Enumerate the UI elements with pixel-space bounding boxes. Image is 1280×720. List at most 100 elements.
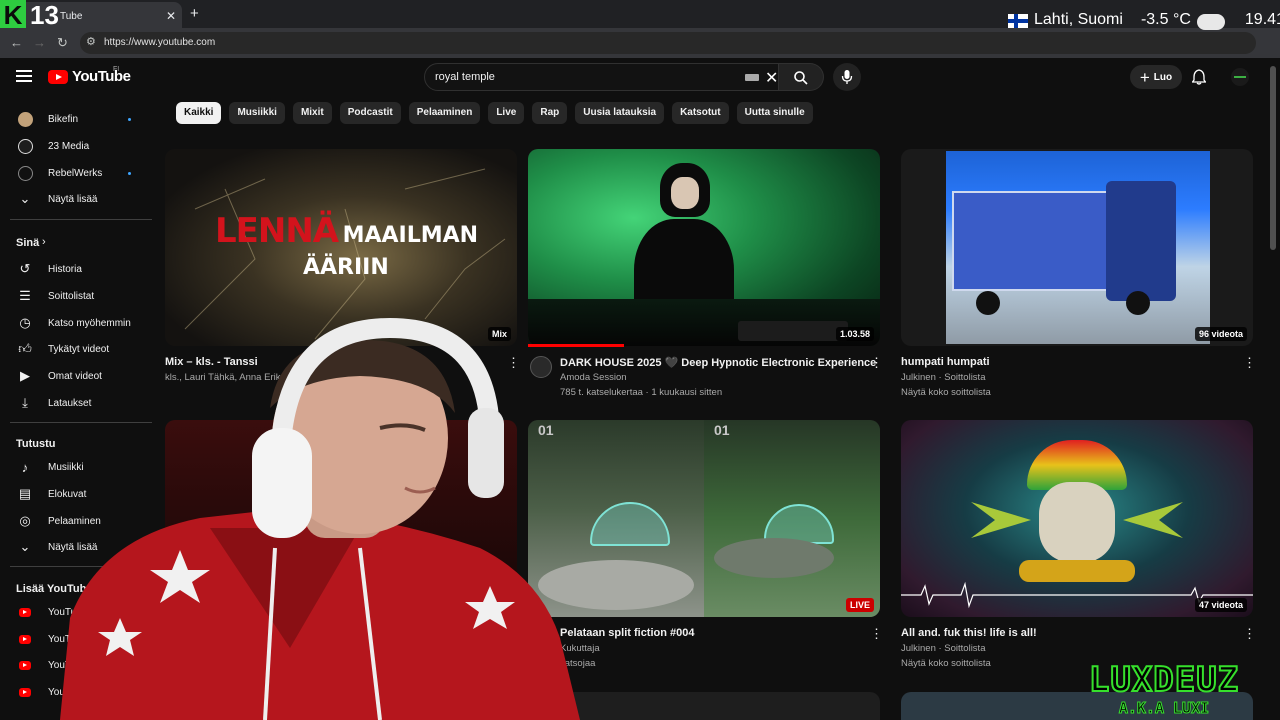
download-icon: ⤓ bbox=[22, 395, 28, 410]
account-avatar[interactable] bbox=[1231, 68, 1249, 86]
menu-icon[interactable] bbox=[16, 70, 32, 82]
streamer-logo: LUXDEUZ A.K.A LUXI bbox=[1048, 659, 1280, 720]
chevron-right-icon[interactable]: › bbox=[42, 236, 46, 248]
country-code: FI bbox=[113, 66, 120, 73]
thumbs-up-icon: 👍︎ bbox=[18, 341, 32, 356]
view-full-playlist-link[interactable]: Näytä koko soittolista bbox=[901, 658, 991, 669]
live-badge: LIVE bbox=[845, 598, 874, 612]
chip-podcasts[interactable]: Podcastit bbox=[339, 102, 401, 124]
thumbnail-headline-line2: ÄÄRIIN bbox=[303, 255, 389, 280]
sidebar-heading-you[interactable]: Sinä bbox=[16, 237, 39, 249]
sidebar-channel-23-media[interactable]: 23 Media bbox=[0, 133, 155, 159]
video-icon: ▶ bbox=[20, 368, 30, 383]
sidebar-channel-bikefin[interactable]: Bikefin bbox=[0, 106, 155, 132]
chip-all[interactable]: Kaikki bbox=[176, 102, 222, 124]
sidebar-item-history[interactable]: ↺ Historia bbox=[0, 256, 155, 282]
playlist-thumbnail[interactable]: 96 videota bbox=[901, 149, 1253, 346]
clock-time: 19.41 bbox=[1244, 11, 1280, 28]
browser-tab[interactable]: Tube ✕ bbox=[0, 2, 182, 28]
back-icon[interactable]: ← bbox=[10, 35, 23, 50]
sidebar-item-label: Bikefin bbox=[48, 113, 79, 125]
tab-close-icon[interactable]: ✕ bbox=[166, 9, 176, 23]
thumbnail-banner bbox=[1019, 560, 1135, 582]
playlist-card[interactable]: 96 videota humpati humpati Julkinen · So… bbox=[901, 149, 1256, 399]
thumbnail-right-pane: 01 bbox=[704, 420, 880, 617]
sidebar-show-more-channels[interactable]: ⌄ Näytä lisää bbox=[0, 186, 155, 212]
chip-gaming[interactable]: Pelaaminen bbox=[408, 102, 481, 124]
youtube-wordmark: YouTube bbox=[72, 68, 131, 85]
video-stats: 785 t. katselukertaa · 1 kuukausi sitten bbox=[560, 387, 723, 398]
search-input[interactable] bbox=[435, 64, 735, 90]
more-options-icon[interactable]: ⋮ bbox=[870, 626, 883, 642]
cloud-icon bbox=[1196, 14, 1225, 30]
video-thumbnail[interactable]: LENNÄ MAAILMAN ÄÄRIIN Mix bbox=[165, 149, 517, 346]
clear-search-icon[interactable]: ✕ bbox=[765, 68, 778, 88]
weather-location: Lahti, Suomi bbox=[1034, 11, 1123, 28]
notifications-bell-icon[interactable] bbox=[1192, 69, 1206, 85]
music-note-icon: ♪ bbox=[21, 459, 29, 475]
video-card[interactable]: 01 01 LIVE Pelataan split fiction #004 K… bbox=[528, 420, 883, 670]
thumbnail-platform bbox=[714, 538, 834, 578]
playlist-title[interactable]: humpati humpati bbox=[901, 356, 990, 368]
youtube-music-icon bbox=[17, 657, 33, 673]
thumbnail-image bbox=[946, 151, 1210, 344]
video-title[interactable]: Pelataan split fiction #004 bbox=[560, 627, 695, 639]
create-label: Luo bbox=[1153, 71, 1173, 83]
page-scrollbar[interactable] bbox=[1270, 66, 1276, 250]
youtube-header: YouTube FI ✕ + Luo bbox=[0, 58, 1280, 96]
thumbnail-label: 01 bbox=[714, 422, 730, 438]
playlist-visibility: Julkinen · Soittolista bbox=[901, 643, 986, 654]
film-icon: ▤ bbox=[18, 486, 32, 501]
more-options-icon[interactable]: ⋮ bbox=[1243, 355, 1256, 371]
video-card[interactable]: 1.03.58 DARK HOUSE 2025 🖤 Deep Hypnotic … bbox=[528, 149, 883, 399]
more-options-icon[interactable]: ⋮ bbox=[870, 355, 883, 371]
new-tab-icon[interactable]: + bbox=[190, 5, 199, 22]
overlay-counter: 13 bbox=[30, 0, 59, 30]
playlist-count-badge: 96 videota bbox=[1194, 327, 1247, 341]
plus-icon: + bbox=[1139, 67, 1150, 87]
thumbnail-truck-cab bbox=[1106, 181, 1176, 301]
thumbnail-headline: LENNÄ MAAILMAN bbox=[215, 211, 479, 251]
search-button[interactable] bbox=[779, 63, 824, 91]
video-title[interactable]: DARK HOUSE 2025 🖤 Deep Hypnotic Electron… bbox=[560, 356, 876, 369]
chevron-down-icon: ⌄ bbox=[19, 191, 31, 206]
weather-temperature: -3.5 °C bbox=[1140, 11, 1191, 28]
sidebar-heading-explore: Tutustu bbox=[16, 438, 56, 450]
sidebar-item-playlists[interactable]: ☰ Soittolistat bbox=[0, 283, 155, 309]
keyboard-icon[interactable] bbox=[745, 74, 759, 81]
sidebar-divider bbox=[10, 219, 152, 220]
site-info-icon[interactable]: ⚙ bbox=[86, 35, 96, 48]
chip-mixes[interactable]: Mixit bbox=[292, 102, 332, 124]
youtube-play-icon bbox=[48, 69, 68, 84]
more-options-icon[interactable]: ⋮ bbox=[1243, 626, 1256, 642]
playlist-title[interactable]: All and. fuk this! life is all! bbox=[901, 627, 1037, 639]
youtube-kids-icon bbox=[17, 684, 33, 700]
chevron-down-icon: ⌄ bbox=[19, 539, 31, 554]
url-text: https://www.youtube.com bbox=[104, 37, 216, 48]
playlist-card[interactable]: 47 videota All and. fuk this! life is al… bbox=[901, 420, 1256, 670]
chip-watched[interactable]: Katsotut bbox=[672, 102, 729, 124]
chip-new-to-you[interactable]: Uutta sinulle bbox=[736, 102, 813, 124]
chip-live[interactable]: Live bbox=[488, 102, 525, 124]
history-icon: ↺ bbox=[19, 261, 31, 276]
reload-icon[interactable]: ↻ bbox=[57, 35, 68, 51]
sidebar-item-label: RebelWerks bbox=[48, 167, 103, 179]
video-thumbnail[interactable]: 01 01 LIVE bbox=[528, 420, 880, 617]
thumbnail-leaf bbox=[971, 502, 1031, 538]
create-button[interactable]: + Luo bbox=[1130, 65, 1182, 89]
duration-badge: 1.03.58 bbox=[835, 327, 874, 341]
video-thumbnail-partial[interactable] bbox=[528, 692, 880, 720]
video-thumbnail[interactable]: 1.03.58 bbox=[528, 149, 880, 346]
playlist-thumbnail[interactable]: 47 videota bbox=[901, 420, 1253, 617]
chip-rap[interactable]: Rap bbox=[532, 102, 568, 124]
voice-search-button[interactable] bbox=[833, 63, 861, 91]
chip-recently-uploaded[interactable]: Uusia latauksia bbox=[575, 102, 665, 124]
youtube-studio-icon bbox=[17, 631, 33, 647]
sidebar-item-label: Soittolistat bbox=[48, 290, 95, 302]
sidebar-channel-rebelwerks[interactable]: RebelWerks bbox=[0, 160, 155, 186]
new-content-dot bbox=[128, 117, 131, 121]
view-full-playlist-link[interactable]: Näytä koko soittolista bbox=[901, 387, 991, 398]
sidebar-item-label: 23 Media bbox=[48, 140, 90, 152]
forward-icon[interactable]: → bbox=[33, 35, 46, 50]
chip-music[interactable]: Musiikki bbox=[229, 102, 285, 124]
